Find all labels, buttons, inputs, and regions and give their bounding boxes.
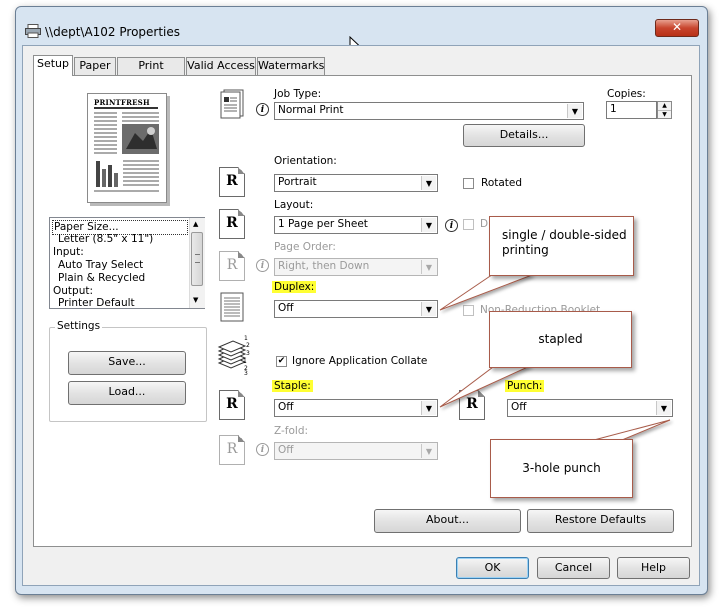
duplex-callout-text: single / double-sided printing [502, 228, 627, 257]
tab-setup[interactable]: Setup [33, 55, 73, 76]
punch-callout-text: 3-hole punch [522, 461, 601, 475]
duplex-callout: single / double-sided printing [489, 216, 634, 276]
staple-callout: stapled [489, 311, 632, 368]
punch-callout: 3-hole punch [490, 439, 633, 498]
staple-callout-text: stapled [538, 332, 583, 346]
callout-pointers [439, 265, 671, 446]
